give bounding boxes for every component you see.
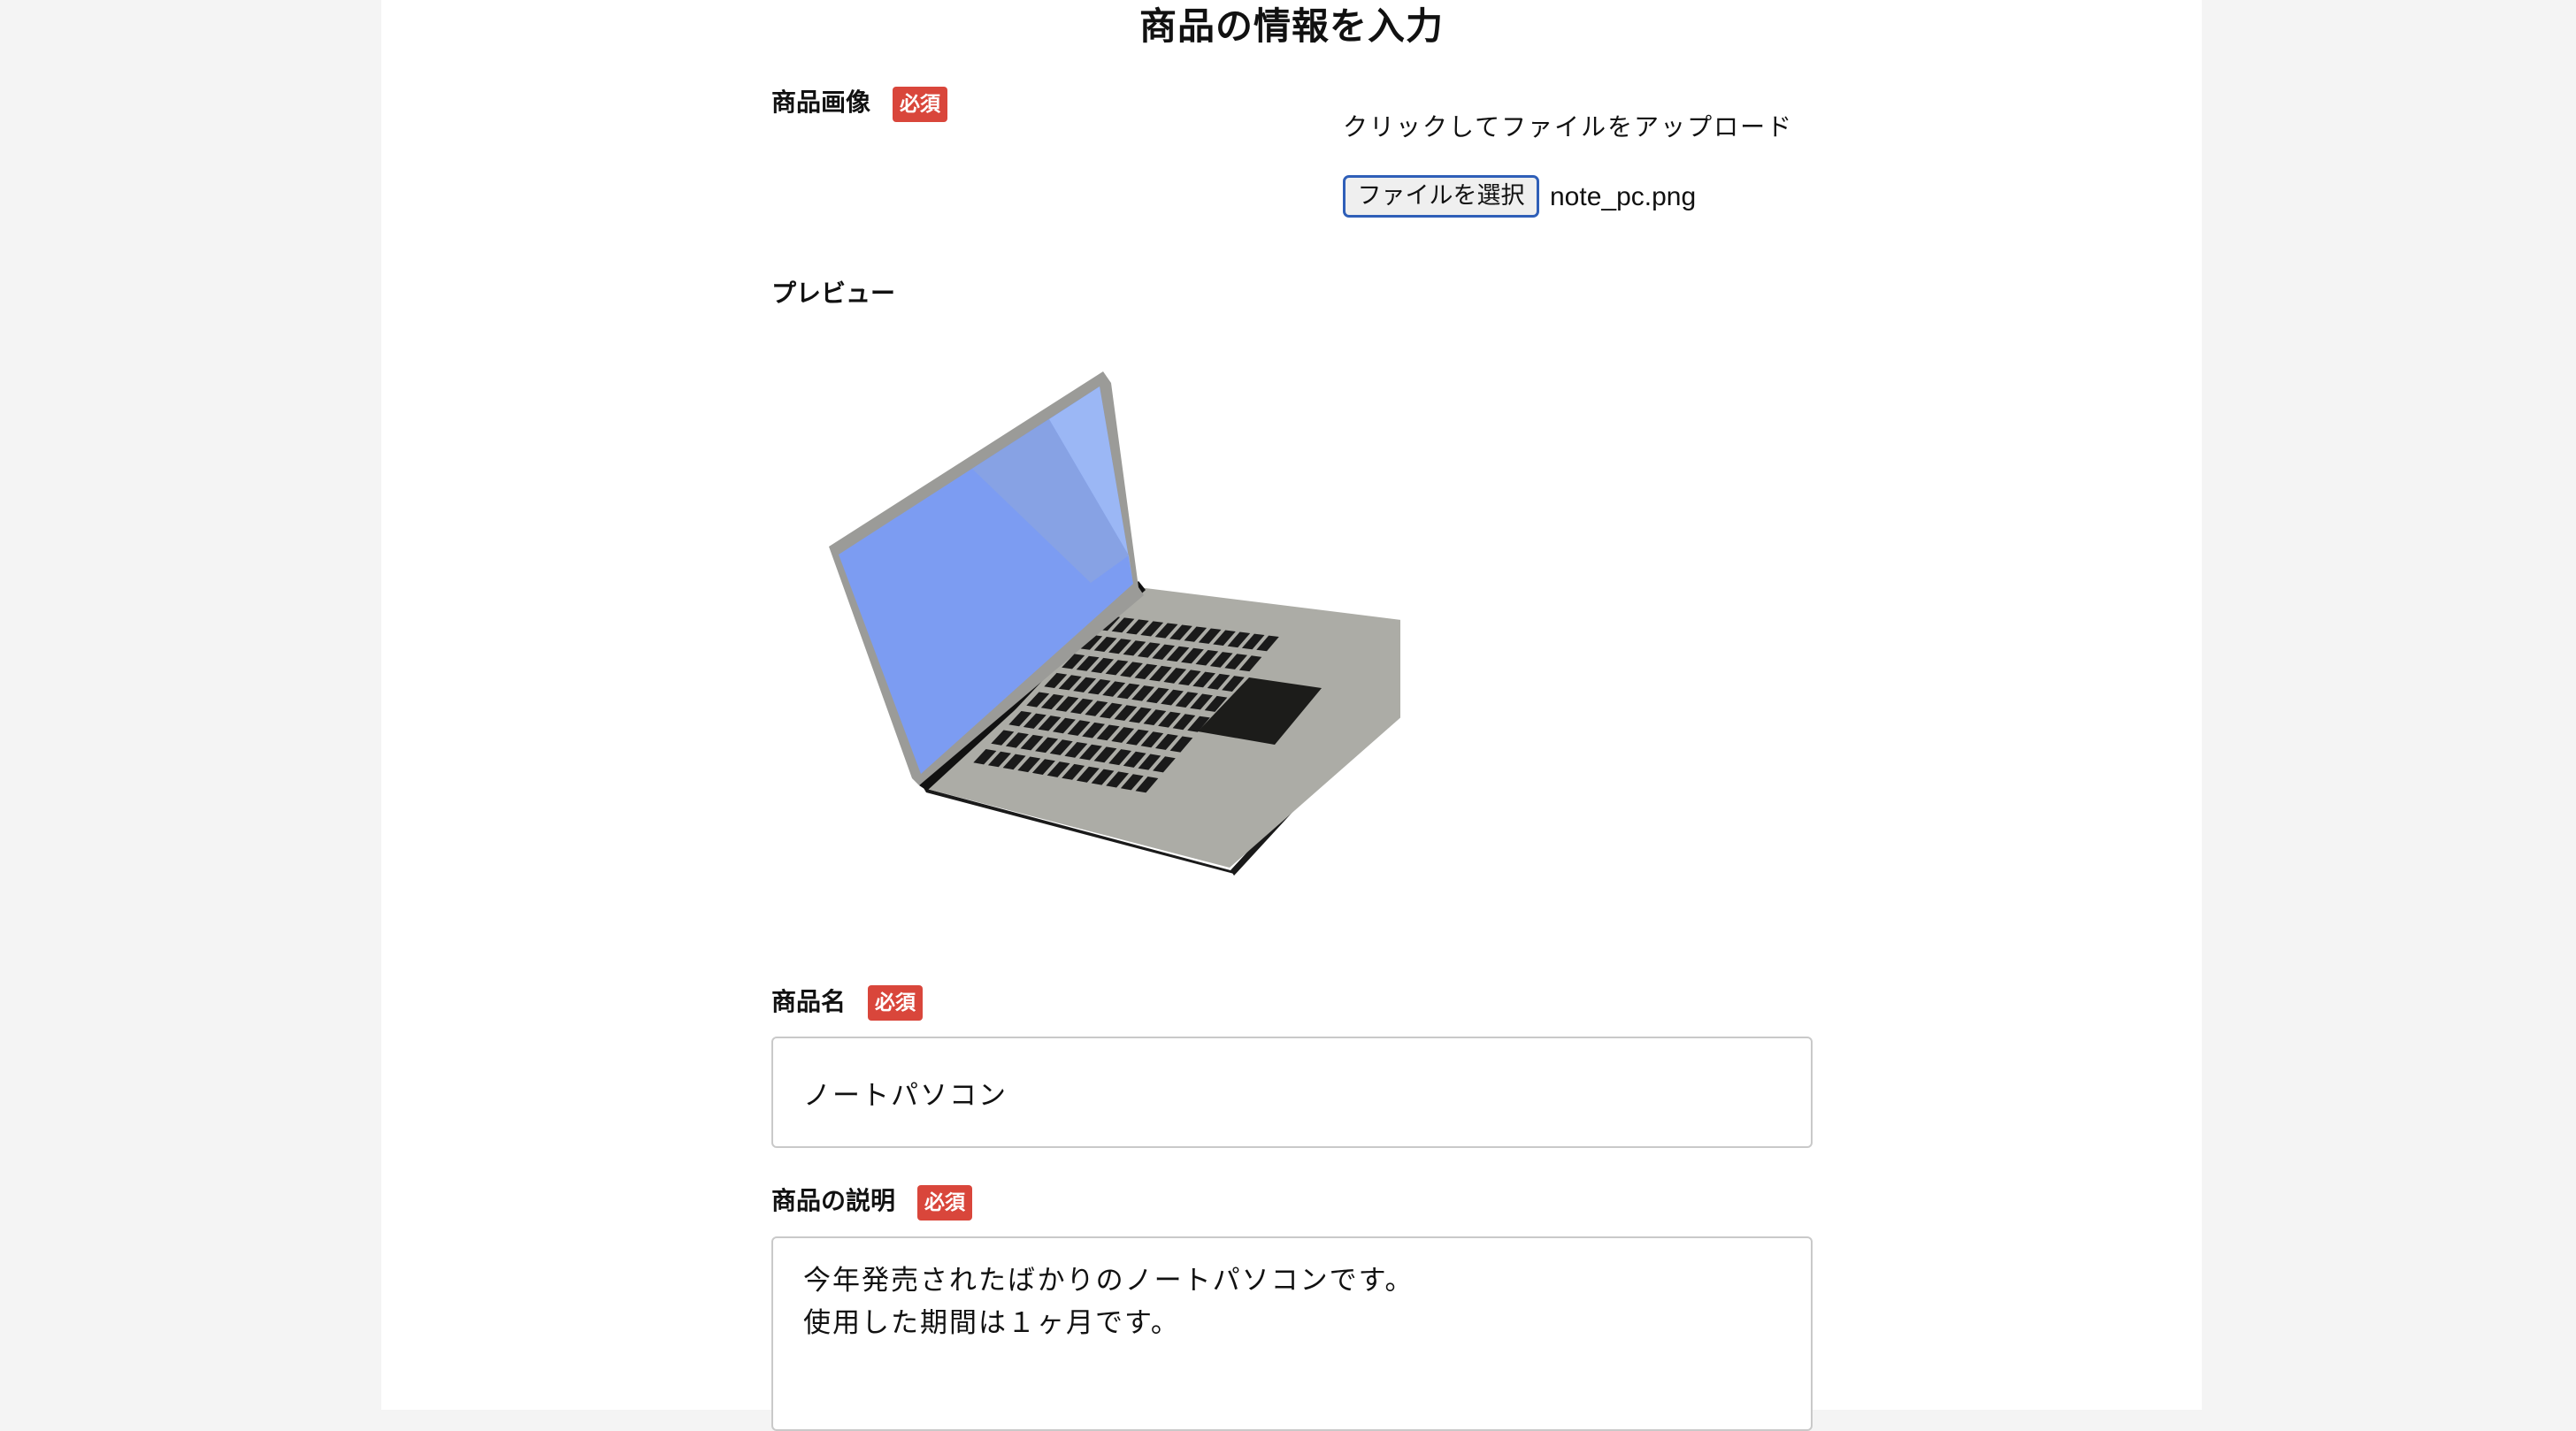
form-container: 商品の情報を入力 商品画像 必須 クリックしてファイルをアップロード ファイルを… bbox=[381, 0, 2202, 1431]
product-image-label: 商品画像 bbox=[771, 88, 871, 117]
upload-hint[interactable]: クリックしてファイルをアップロード bbox=[1343, 110, 1793, 145]
page-title: 商品の情報を入力 bbox=[1138, 4, 1444, 48]
preview-label: プレビュー bbox=[771, 279, 896, 308]
product-name-label: 商品名 bbox=[771, 987, 847, 1016]
product-description-label: 商品の説明 bbox=[771, 1186, 896, 1215]
required-badge-name: 必須 bbox=[868, 985, 923, 1021]
selected-file-name: note_pc.png bbox=[1550, 182, 1697, 211]
choose-file-button[interactable]: ファイルを選択 bbox=[1343, 175, 1539, 218]
required-badge-description: 必須 bbox=[917, 1185, 972, 1221]
required-badge-image: 必須 bbox=[893, 87, 947, 122]
laptop-image bbox=[829, 371, 1400, 876]
product-name-input[interactable] bbox=[771, 1037, 1813, 1148]
product-description-textarea[interactable]: 今年発売されたばかりのノートパソコンです。 使用した期間は１ヶ月です。 bbox=[771, 1236, 1813, 1431]
